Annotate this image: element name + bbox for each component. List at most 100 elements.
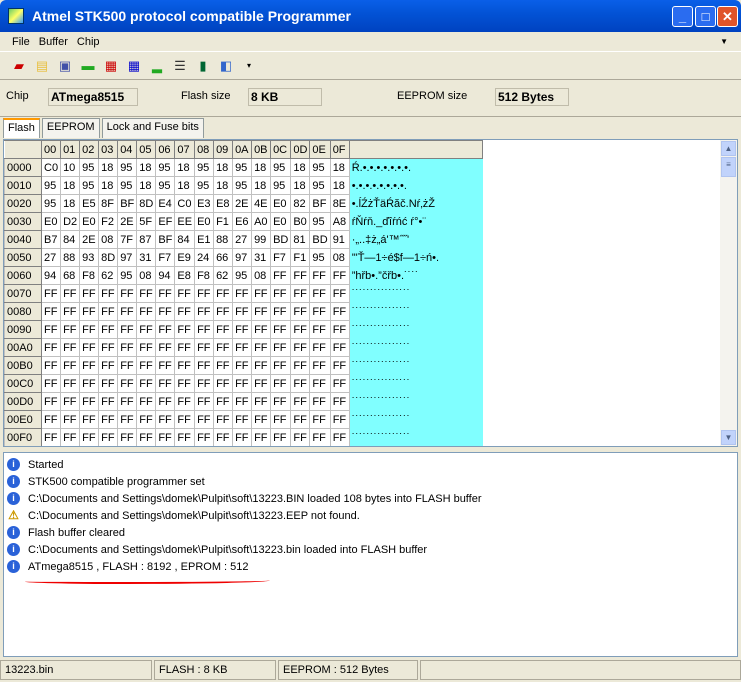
ascii-cell[interactable]: ˙˙˙˙˙˙˙˙˙˙˙˙˙˙˙˙ bbox=[348, 356, 483, 375]
hex-cell[interactable]: FF bbox=[174, 392, 196, 411]
hex-cell[interactable]: 08 bbox=[329, 248, 350, 267]
hex-cell[interactable]: FF bbox=[232, 374, 253, 393]
hex-cell[interactable]: D2 bbox=[60, 212, 81, 231]
hex-cell[interactable]: FF bbox=[98, 338, 119, 357]
hex-cell[interactable]: FF bbox=[40, 320, 62, 339]
hex-cell[interactable]: 95 bbox=[270, 176, 292, 195]
hex-cell[interactable]: 95 bbox=[194, 158, 215, 177]
hex-cell[interactable]: FF bbox=[213, 392, 234, 411]
hex-cell[interactable]: FF bbox=[213, 302, 234, 321]
hex-cell[interactable]: F2 bbox=[98, 212, 119, 231]
scroll-up-button[interactable]: ▲ bbox=[721, 141, 736, 156]
hex-cell[interactable]: FF bbox=[194, 302, 215, 321]
hex-cell[interactable]: FF bbox=[194, 374, 215, 393]
chip-icon[interactable]: ▂ bbox=[148, 57, 166, 75]
hex-cell[interactable]: FF bbox=[174, 410, 196, 429]
hex-cell[interactable]: 95 bbox=[232, 176, 253, 195]
hex-cell[interactable]: FF bbox=[329, 428, 350, 446]
hex-cell[interactable]: FF bbox=[174, 320, 196, 339]
hex-cell[interactable]: 95 bbox=[309, 158, 331, 177]
hex-cell[interactable]: B7 bbox=[40, 230, 62, 249]
hex-cell[interactable]: FF bbox=[60, 410, 81, 429]
hex-cell[interactable]: FF bbox=[329, 392, 350, 411]
lock-chip-icon[interactable]: ▮ bbox=[194, 57, 212, 75]
hex-cell[interactable]: 62 bbox=[98, 266, 119, 285]
hex-cell[interactable]: FF bbox=[136, 302, 157, 321]
hex-cell[interactable]: FF bbox=[251, 356, 272, 375]
hex-cell[interactable]: FF bbox=[136, 374, 157, 393]
hex-cell[interactable]: E0 bbox=[40, 212, 62, 231]
ascii-cell[interactable]: ·„..‡ż„á'™˝˝' bbox=[348, 230, 483, 249]
hex-cell[interactable]: 95 bbox=[117, 158, 138, 177]
hex-cell[interactable]: FF bbox=[98, 284, 119, 303]
hex-cell[interactable]: FF bbox=[60, 320, 81, 339]
hex-cell[interactable]: FF bbox=[117, 284, 138, 303]
ascii-cell[interactable]: ŕŇŕň._ďîŕńć ŕ°•¨ bbox=[348, 212, 483, 231]
hex-cell[interactable]: FF bbox=[98, 392, 119, 411]
menu-buffer[interactable]: Buffer bbox=[39, 36, 68, 48]
hex-cell[interactable]: FF bbox=[290, 374, 311, 393]
tab-lock-fuse[interactable]: Lock and Fuse bits bbox=[101, 118, 204, 138]
hex-cell[interactable]: FF bbox=[309, 338, 331, 357]
hex-cell[interactable]: 95 bbox=[309, 212, 331, 231]
hex-cell[interactable]: FF bbox=[290, 338, 311, 357]
hex-cell[interactable]: E0 bbox=[194, 212, 215, 231]
hex-cell[interactable]: 95 bbox=[40, 194, 62, 213]
hex-cell[interactable]: FF bbox=[79, 410, 100, 429]
hex-cell[interactable]: FF bbox=[60, 428, 81, 446]
hex-cell[interactable]: FF bbox=[136, 320, 157, 339]
hex-cell[interactable]: FF bbox=[232, 302, 253, 321]
hex-cell[interactable]: FF bbox=[270, 392, 292, 411]
hex-cell[interactable]: 82 bbox=[290, 194, 311, 213]
erase-icon[interactable]: ▰ bbox=[10, 57, 28, 75]
hex-cell[interactable]: FF bbox=[60, 356, 81, 375]
hex-cell[interactable]: FF bbox=[155, 410, 176, 429]
hex-cell[interactable]: FF bbox=[136, 284, 157, 303]
hex-cell[interactable]: E6 bbox=[232, 212, 253, 231]
hex-cell[interactable]: 95 bbox=[117, 266, 138, 285]
hex-cell[interactable]: 08 bbox=[136, 266, 157, 285]
hex-cell[interactable]: FF bbox=[290, 410, 311, 429]
hex-cell[interactable]: FF bbox=[194, 410, 215, 429]
hex-cell[interactable]: 97 bbox=[117, 248, 138, 267]
hex-cell[interactable]: FF bbox=[251, 428, 272, 446]
tab-flash[interactable]: Flash bbox=[3, 118, 40, 138]
exit-icon[interactable]: ◧ bbox=[217, 57, 235, 75]
hex-cell[interactable]: FF bbox=[40, 338, 62, 357]
hex-cell[interactable]: EF bbox=[155, 212, 176, 231]
hex-cell[interactable]: F7 bbox=[270, 248, 292, 267]
hex-cell[interactable]: FF bbox=[174, 338, 196, 357]
hex-cell[interactable]: FF bbox=[251, 338, 272, 357]
hex-cell[interactable]: FF bbox=[117, 410, 138, 429]
hex-cell[interactable]: BD bbox=[309, 230, 331, 249]
hex-cell[interactable]: FF bbox=[98, 410, 119, 429]
hex-cell[interactable]: F8 bbox=[79, 266, 100, 285]
hex-cell[interactable]: FF bbox=[309, 428, 331, 446]
hex-cell[interactable]: 88 bbox=[60, 248, 81, 267]
hex-cell[interactable]: FF bbox=[79, 392, 100, 411]
hex-cell[interactable]: FF bbox=[98, 356, 119, 375]
hex-cell[interactable]: 24 bbox=[194, 248, 215, 267]
hex-cell[interactable]: FF bbox=[309, 266, 331, 285]
maximize-button[interactable]: □ bbox=[695, 6, 716, 27]
hex-cell[interactable]: FF bbox=[213, 284, 234, 303]
hex-cell[interactable]: FF bbox=[270, 284, 292, 303]
hex-cell[interactable]: 95 bbox=[155, 176, 176, 195]
hex-cell[interactable]: FF bbox=[309, 410, 331, 429]
hex-cell[interactable]: 4E bbox=[251, 194, 272, 213]
hex-cell[interactable]: 8E bbox=[329, 194, 350, 213]
hex-cell[interactable]: FF bbox=[98, 428, 119, 446]
hex-cell[interactable]: 18 bbox=[174, 176, 196, 195]
hex-cell[interactable]: FF bbox=[174, 356, 196, 375]
hex-cell[interactable]: E5 bbox=[79, 194, 100, 213]
hex-cell[interactable]: FF bbox=[232, 356, 253, 375]
hex-cell[interactable]: 95 bbox=[194, 176, 215, 195]
hex-cell[interactable]: B0 bbox=[290, 212, 311, 231]
hex-cell[interactable]: FF bbox=[155, 320, 176, 339]
hex-cell[interactable]: 18 bbox=[60, 194, 81, 213]
hex-cell[interactable]: FF bbox=[309, 374, 331, 393]
hex-cell[interactable]: FF bbox=[290, 428, 311, 446]
hex-cell[interactable]: 18 bbox=[251, 176, 272, 195]
hex-cell[interactable]: FF bbox=[232, 320, 253, 339]
hex-cell[interactable]: FF bbox=[194, 428, 215, 446]
